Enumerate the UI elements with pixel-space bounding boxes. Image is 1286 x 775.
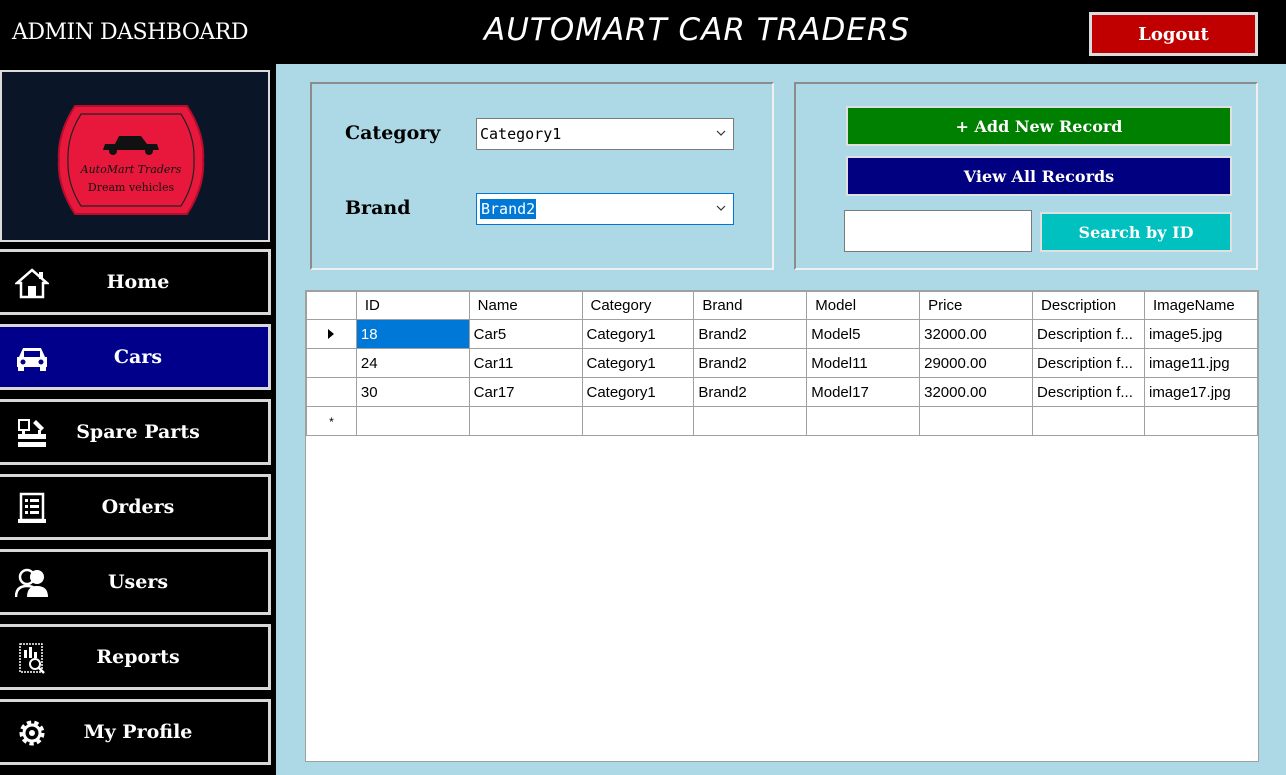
row-selector[interactable]: *	[306, 406, 357, 436]
table-cell[interactable]	[919, 406, 1034, 436]
table-cell[interactable]	[806, 406, 921, 436]
table-cell[interactable]: Model5	[806, 319, 921, 349]
table-row[interactable]: 24 Car11 Category1 Brand2 Model11 29000.…	[306, 348, 1259, 378]
brand-selected-value: Brand2	[480, 199, 537, 219]
table-cell[interactable]: image17.jpg	[1143, 377, 1259, 407]
category-select[interactable]: Category1	[476, 118, 734, 150]
table-cell[interactable]: Car5	[468, 319, 583, 349]
category-selected-value: Category1	[480, 125, 562, 143]
view-all-records-button[interactable]: View All Records	[846, 156, 1232, 196]
table-cell[interactable]: Category1	[581, 377, 695, 407]
logo-line1: AutoMart Traders	[80, 163, 182, 176]
table-cell[interactable]	[1143, 406, 1259, 436]
brand-label: Brand	[345, 197, 411, 219]
sidebar-item-cars[interactable]: Cars	[0, 324, 271, 390]
records-table: ID Name Category Brand Model Price Descr…	[306, 291, 1259, 436]
table-cell[interactable]: Model11	[806, 348, 921, 378]
table-cell[interactable]	[693, 406, 808, 436]
table-cell[interactable]: Brand2	[693, 319, 808, 349]
sidebar-item-spare-parts[interactable]: Spare Parts	[0, 399, 271, 465]
table-cell[interactable]: 32000.00	[919, 377, 1034, 407]
admin-title: ADMIN DASHBOARD	[12, 20, 248, 45]
table-cell[interactable]: 18	[355, 319, 470, 349]
add-new-record-button[interactable]: + Add New Record	[846, 106, 1232, 146]
column-header-imagename[interactable]: ImageName	[1143, 291, 1259, 320]
table-cell[interactable]	[355, 406, 470, 436]
column-header-category[interactable]: Category	[581, 291, 695, 320]
table-cell[interactable]: Category1	[581, 348, 695, 378]
logo-line2: Dream vehicles	[88, 181, 175, 194]
home-icon	[14, 266, 50, 300]
logo-panel: AutoMart Traders Dream vehicles	[0, 70, 270, 242]
search-id-input[interactable]	[844, 210, 1032, 252]
column-header-id[interactable]: ID	[355, 291, 470, 320]
table-cell[interactable]	[468, 406, 583, 436]
car-icon	[14, 341, 50, 375]
users-icon	[14, 566, 50, 600]
filter-panel: Category Category1 Brand Brand2	[310, 82, 774, 270]
column-header-brand[interactable]: Brand	[693, 291, 808, 320]
main-content: Category Category1 Brand Brand2 + Add Ne…	[276, 64, 1286, 775]
table-cell[interactable]: Car11	[468, 348, 583, 378]
table-cell[interactable]: Description f...	[1032, 377, 1145, 407]
category-label: Category	[345, 122, 441, 144]
table-cell[interactable]	[1032, 406, 1145, 436]
table-cell[interactable]: Description f...	[1032, 348, 1145, 378]
orders-icon	[14, 491, 50, 525]
chevron-down-icon	[716, 130, 726, 136]
sidebar-item-orders[interactable]: Orders	[0, 474, 271, 540]
brand-select[interactable]: Brand2	[476, 193, 734, 225]
table-cell[interactable]: 30	[355, 377, 470, 407]
column-header-name[interactable]: Name	[468, 291, 583, 320]
gear-icon	[14, 716, 50, 750]
sidebar-item-my-profile[interactable]: My Profile	[0, 699, 271, 765]
brand-logo: AutoMart Traders Dream vehicles	[57, 105, 205, 215]
row-selector[interactable]	[306, 319, 357, 349]
table-header-row: ID Name Category Brand Model Price Descr…	[306, 291, 1259, 320]
row-selector[interactable]	[306, 348, 357, 378]
chevron-down-icon	[716, 205, 726, 211]
table-cell[interactable]: image5.jpg	[1143, 319, 1259, 349]
records-grid[interactable]: ID Name Category Brand Model Price Descr…	[305, 290, 1259, 762]
sidebar: AutoMart Traders Dream vehicles Home Car…	[0, 64, 276, 775]
current-row-arrow-icon	[328, 328, 335, 339]
search-by-id-button[interactable]: Search by ID	[1040, 212, 1232, 252]
sidebar-item-reports[interactable]: Reports	[0, 624, 271, 690]
table-row[interactable]: 30 Car17 Category1 Brand2 Model17 32000.…	[306, 377, 1259, 407]
table-cell[interactable]: Brand2	[693, 377, 808, 407]
table-cell[interactable]	[581, 406, 695, 436]
row-header-corner	[306, 291, 357, 320]
app-title: AUTOMART CAR TRADERS	[484, 12, 911, 48]
table-cell[interactable]: Brand2	[693, 348, 808, 378]
table-row[interactable]: 18 Car5 Category1 Brand2 Model5 32000.00…	[306, 319, 1259, 349]
sidebar-item-users[interactable]: Users	[0, 549, 271, 615]
table-new-row[interactable]: *	[306, 406, 1259, 436]
reports-icon	[14, 641, 50, 675]
table-cell[interactable]: Model17	[806, 377, 921, 407]
table-cell[interactable]: image11.jpg	[1143, 348, 1259, 378]
column-header-model[interactable]: Model	[806, 291, 921, 320]
header-bar: ADMIN DASHBOARD AUTOMART CAR TRADERS Log…	[0, 0, 1286, 64]
sidebar-item-home[interactable]: Home	[0, 249, 271, 315]
table-cell[interactable]: Description f...	[1032, 319, 1145, 349]
column-header-price[interactable]: Price	[919, 291, 1034, 320]
action-panel: + Add New Record View All Records Search…	[794, 82, 1258, 270]
logout-button[interactable]: Logout	[1089, 12, 1258, 56]
tools-icon	[14, 416, 50, 450]
table-cell[interactable]: Category1	[581, 319, 695, 349]
table-cell[interactable]: Car17	[468, 377, 583, 407]
new-row-marker: *	[329, 414, 334, 429]
table-cell[interactable]: 24	[355, 348, 470, 378]
column-header-description[interactable]: Description	[1032, 291, 1145, 320]
table-cell[interactable]: 32000.00	[919, 319, 1034, 349]
table-cell[interactable]: 29000.00	[919, 348, 1034, 378]
row-selector[interactable]	[306, 377, 357, 407]
